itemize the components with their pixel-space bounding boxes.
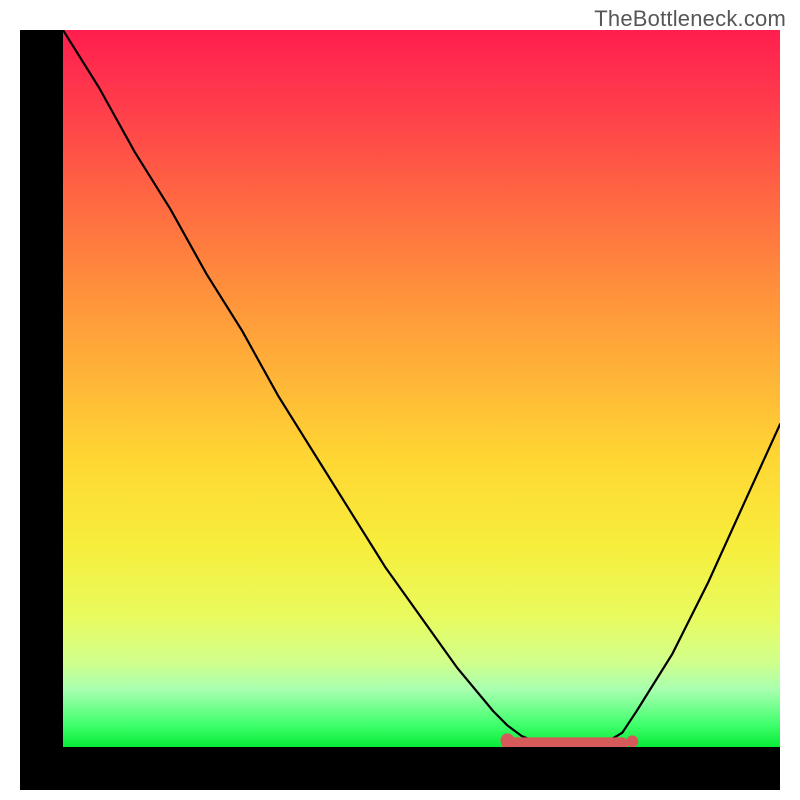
bottleneck-curve-svg [63, 30, 780, 747]
plot-area [63, 30, 780, 747]
bottleneck-curve-path [63, 30, 780, 746]
attribution-label: TheBottleneck.com [594, 6, 786, 32]
optimal-range-start-cap [501, 733, 515, 747]
chart-container: TheBottleneck.com [0, 0, 800, 800]
plot-frame [20, 30, 780, 790]
optimal-range-end-dot [626, 735, 638, 747]
